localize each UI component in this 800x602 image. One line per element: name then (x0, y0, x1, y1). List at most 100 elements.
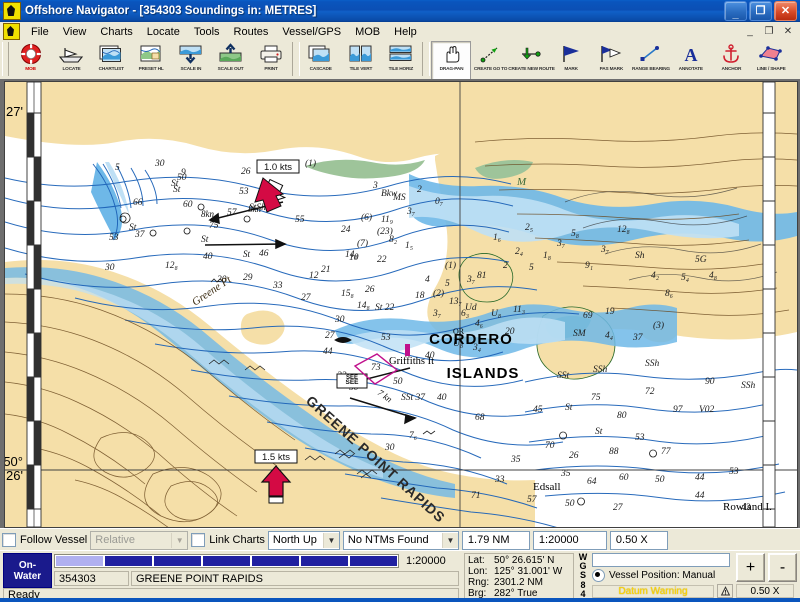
svg-text:U₈: U₈ (491, 309, 501, 319)
alert-bell-icon[interactable] (717, 584, 733, 598)
progress-segment (56, 556, 103, 566)
svg-text:SSh: SSh (645, 359, 660, 369)
svg-text:27: 27 (613, 503, 624, 513)
toolbar-button-cascade[interactable]: CASCADE (301, 41, 341, 80)
toolbar-button-locate[interactable]: LOCATE (51, 41, 91, 80)
close-button[interactable]: ✕ (774, 1, 797, 21)
chevron-down-icon: ▼ (171, 532, 188, 548)
on-water-button[interactable]: On- Water (3, 553, 52, 588)
nautical-chart[interactable]: 27' 50° 26' 530 926 (6)(1) 50St 6066 575… (5, 82, 797, 527)
svg-text:55: 55 (295, 215, 305, 225)
svg-text:50: 50 (177, 173, 187, 183)
window-title: Offshore Navigator - [354303 Soundings i… (25, 5, 317, 17)
link-charts-checkbox[interactable]: Link Charts (191, 533, 265, 547)
menu-item-routes[interactable]: Routes (227, 24, 276, 40)
toolbar-label: MOB (25, 66, 37, 72)
svg-text:8₆: 8₆ (665, 289, 673, 299)
mdi-minimize-button[interactable]: _ (741, 23, 759, 39)
progress-segment (252, 556, 299, 566)
toolbar-button-zoom-in[interactable]: ZOOM IN (791, 41, 800, 80)
vessel-position-radio[interactable]: Vessel Position: Manual (592, 569, 732, 582)
tile-horizontal-icon (386, 43, 416, 65)
minimize-icon: _ (732, 7, 739, 20)
zoom-in-button[interactable]: + (736, 553, 765, 582)
scale-readout: 1:20000 (532, 530, 607, 550)
orientation-value: North Up (272, 534, 317, 546)
zoom-out-button[interactable]: - (768, 553, 797, 582)
app-icon (3, 2, 21, 20)
follow-vessel-label: Follow Vessel (20, 534, 88, 546)
toolbar-button-mob[interactable]: MOB (11, 41, 51, 80)
toolbar-button-drag-pan[interactable]: DRAG-PAN (431, 41, 471, 80)
svg-text:66: 66 (133, 198, 143, 208)
menu-bar: File View Charts Locate Tools Routes Ves… (0, 22, 800, 42)
toolbar-button-annotate[interactable]: A ANNOTATE (671, 41, 711, 80)
svg-text:12: 12 (309, 271, 319, 281)
svg-text:14₈: 14₈ (357, 301, 370, 311)
follow-vessel-checkbox[interactable]: Follow Vessel (2, 533, 87, 547)
svg-text:4₈: 4₈ (709, 271, 717, 281)
toolbar-button-chartlist[interactable]: CHARTLIST (91, 41, 131, 80)
toolbar-button-scale-in[interactable]: SCALE IN (171, 41, 211, 80)
chart-window[interactable]: 27' 50° 26' 530 926 (6)(1) 50St 6066 575… (4, 81, 798, 528)
toolbar-button-mark[interactable]: MARK (551, 41, 591, 80)
lon-value: 125° 31.001' W (494, 566, 563, 577)
minimize-button[interactable]: _ (724, 1, 747, 21)
menu-item-file[interactable]: File (24, 24, 56, 40)
svg-text:27: 27 (325, 331, 336, 341)
svg-text:44: 44 (323, 347, 333, 357)
label-griffiths-islet: Griffiths It (389, 356, 434, 367)
toolbar-label: CASCADE (309, 66, 333, 72)
maximize-button[interactable]: ❐ (749, 1, 772, 21)
toolbar-grip[interactable] (2, 42, 9, 76)
chart-scale-progress[interactable] (54, 554, 399, 568)
svg-text:53: 53 (109, 233, 119, 243)
mdi-app-icon[interactable] (3, 23, 20, 40)
toolbar-button-create-goto[interactable]: CREATE GO TO (471, 41, 511, 80)
see-note-box[interactable]: SEE SEE (336, 373, 368, 389)
toolbar-label: ANCHOR (721, 66, 741, 72)
toolbar-button-preset-hl[interactable]: PRESET HL (131, 41, 171, 80)
svg-text:24: 24 (341, 225, 351, 235)
toolbar-label: PRINT (264, 66, 278, 72)
toolbar-button-range-bearing[interactable]: RANGE BEARING (631, 41, 671, 80)
relative-dropdown[interactable]: Relative ▼ (90, 530, 189, 550)
menu-item-vessel-gps[interactable]: Vessel/GPS (275, 24, 348, 40)
toolbar-button-create-route[interactable]: CREATE NEW ROUTE (508, 41, 554, 80)
svg-text:64: 64 (587, 477, 597, 487)
svg-text:12₈: 12₈ (617, 225, 630, 235)
mdi-window-controls: _ ❐ ✕ (741, 23, 797, 39)
vessel-name-input[interactable] (592, 553, 730, 567)
range-readout: 1.79 NM (461, 530, 530, 550)
toolbar-button-anchor[interactable]: ANCHOR (711, 41, 751, 80)
mdi-close-button[interactable]: ✕ (779, 23, 797, 39)
datum-indicator: W G S 8 4 (576, 552, 590, 599)
menu-item-mob[interactable]: MOB (348, 24, 387, 40)
svg-text:4₆: 4₆ (475, 319, 483, 329)
svg-text:18: 18 (415, 291, 425, 301)
toolbar-label: CREATE GO TO (474, 66, 508, 72)
svg-text:3₇: 3₇ (466, 275, 476, 285)
menu-item-view[interactable]: View (56, 24, 94, 40)
toolbar-button-tile-vert[interactable]: TILE VERT (341, 41, 381, 80)
zoom-level-readout: 0.50 X (736, 584, 794, 598)
svg-text:(3): (3) (653, 320, 664, 331)
menu-item-help[interactable]: Help (387, 24, 424, 40)
menu-item-tools[interactable]: Tools (187, 24, 227, 40)
toolbar-button-pas-mark[interactable]: PAS MARK (591, 41, 631, 80)
rng-value: 2301.2 NM (494, 577, 543, 588)
toolbar-button-scale-out[interactable]: SCALE OUT (211, 41, 251, 80)
svg-text:11₉: 11₉ (381, 215, 393, 225)
status-panel: On- Water 1:20000 354303 GREENE POINT RA… (0, 550, 800, 602)
svg-text:13₇: 13₇ (449, 297, 463, 307)
toolbar-button-line-shape[interactable]: LINE / SHAPE (751, 41, 791, 80)
menu-item-locate[interactable]: Locate (140, 24, 187, 40)
mdi-restore-button[interactable]: ❐ (760, 23, 778, 39)
ntm-dropdown[interactable]: No NTMs Found ▼ (342, 530, 459, 550)
checkbox-box (2, 533, 16, 547)
svg-text:88: 88 (609, 447, 619, 457)
orientation-dropdown[interactable]: North Up ▼ (267, 530, 340, 550)
menu-item-charts[interactable]: Charts (93, 24, 139, 40)
toolbar-button-print[interactable]: PRINT (251, 41, 291, 80)
toolbar-button-tile-horiz[interactable]: TILE HORIZ (381, 41, 421, 80)
